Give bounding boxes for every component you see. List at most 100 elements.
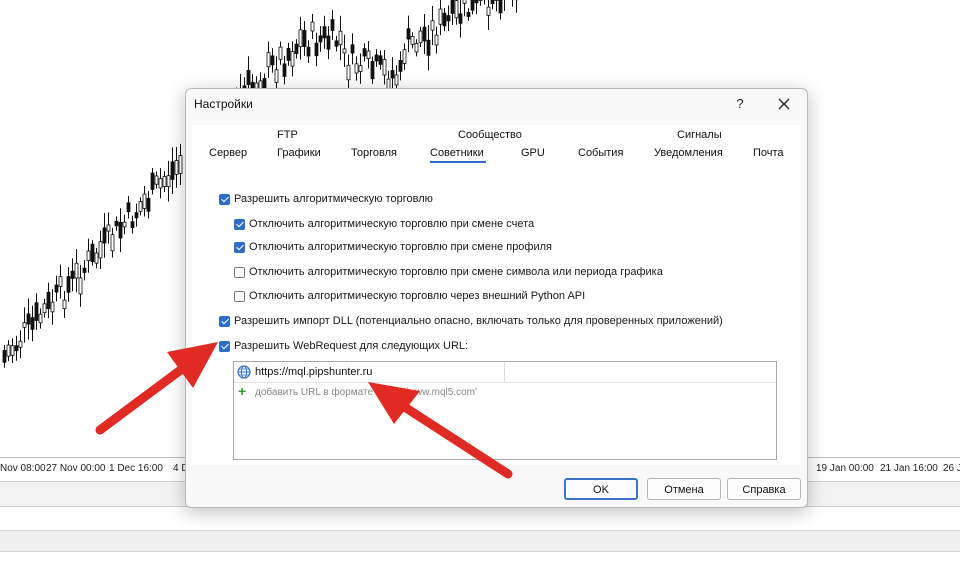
- ok-button[interactable]: OK: [564, 478, 638, 500]
- candlestick: [270, 48, 275, 73]
- plus-icon[interactable]: +: [238, 383, 246, 399]
- candlestick: [138, 197, 143, 216]
- tab-gpu[interactable]: GPU: [521, 147, 545, 159]
- option-label: Разрешить WebRequest для следующих URL:: [234, 340, 469, 352]
- date-label: 26 J: [943, 463, 960, 474]
- candlestick: [470, 0, 475, 15]
- option-disable-on-account-change[interactable]: Отключить алгоритмическую торговлю при с…: [234, 216, 534, 232]
- option-label: Разрешить алгоритмическую торговлю: [234, 193, 433, 205]
- candlestick: [74, 248, 79, 293]
- candlestick: [290, 41, 295, 77]
- candlestick: [334, 35, 339, 52]
- candlestick: [434, 26, 439, 54]
- candlestick: [154, 171, 159, 189]
- candlestick: [514, 0, 519, 13]
- candlestick: [146, 191, 151, 219]
- horizontal-scrollbar[interactable]: [0, 530, 960, 552]
- option-label: Отключить алгоритмическую торговлю через…: [249, 290, 586, 302]
- candlestick: [366, 41, 371, 69]
- candlestick: [402, 43, 407, 70]
- tab-ftp[interactable]: FTP: [277, 129, 298, 141]
- option-allow-algo-trading[interactable]: Разрешить алгоритмическую торговлю: [219, 191, 433, 207]
- dialog-titlebar[interactable]: Настройки ?: [186, 89, 807, 119]
- checkbox[interactable]: [219, 193, 230, 205]
- candlestick: [98, 230, 103, 269]
- tab-server[interactable]: Сервер: [209, 147, 247, 159]
- candlestick: [162, 171, 167, 192]
- tab-notifications[interactable]: Уведомления: [654, 147, 723, 159]
- option-allow-webrequest[interactable]: Разрешить WebRequest для следующих URL:: [219, 338, 468, 354]
- candlestick: [310, 13, 315, 40]
- candlestick: [34, 293, 39, 330]
- option-label: Разрешить импорт DLL (потенциально опасн…: [234, 315, 723, 327]
- help-button[interactable]: ?: [726, 93, 754, 115]
- candlestick: [422, 13, 427, 55]
- candlestick: [110, 227, 115, 258]
- settings-panel: FTP Сообщество Сигналы Сервер Графики То…: [192, 125, 800, 465]
- url-list-item[interactable]: https://mql.pipshunter.ru: [234, 362, 776, 383]
- checkbox[interactable]: [234, 266, 245, 278]
- candlestick: [306, 40, 311, 64]
- date-label: 1 Dec 16:00: [109, 463, 163, 474]
- candlestick: [390, 57, 395, 92]
- cancel-button[interactable]: Отмена: [647, 478, 721, 500]
- webrequest-url-list[interactable]: https://mql.pipshunter.ru + добавить URL…: [233, 361, 777, 460]
- candlestick: [326, 26, 331, 60]
- tab-trade[interactable]: Торговля: [351, 147, 397, 159]
- candlestick: [42, 298, 47, 318]
- candlestick: [426, 25, 431, 71]
- tab-signals[interactable]: Сигналы: [677, 129, 722, 141]
- candlestick: [178, 143, 183, 186]
- checkbox[interactable]: [234, 241, 245, 253]
- add-url-hint[interactable]: добавить URL в формате 'https://www.mql5…: [255, 387, 477, 398]
- candlestick: [294, 39, 299, 59]
- candlestick: [46, 282, 51, 319]
- candlestick: [18, 330, 23, 359]
- candlestick: [30, 305, 35, 342]
- candlestick: [450, 0, 455, 25]
- help-dialog-button[interactable]: Справка: [727, 478, 801, 500]
- candlestick: [484, 0, 485, 5]
- checkbox[interactable]: [219, 340, 230, 352]
- tab-community[interactable]: Сообщество: [458, 129, 522, 141]
- candlestick: [106, 212, 111, 244]
- option-disable-via-python-api[interactable]: Отключить алгоритмическую торговлю через…: [234, 288, 585, 304]
- candlestick: [374, 49, 379, 67]
- candlestick: [486, 0, 491, 30]
- candlestick: [6, 340, 11, 362]
- candlestick: [474, 0, 479, 15]
- checkbox[interactable]: [234, 218, 245, 230]
- tab-events[interactable]: События: [578, 147, 623, 159]
- tab-charts[interactable]: Графики: [277, 147, 321, 159]
- candlestick: [22, 307, 27, 343]
- candlestick: [26, 298, 31, 340]
- candlestick: [330, 10, 335, 40]
- tab-experts[interactable]: Советники: [430, 147, 484, 159]
- candlestick: [406, 15, 411, 53]
- candlestick: [50, 289, 55, 325]
- candlestick: [82, 260, 87, 281]
- candlestick: [414, 39, 419, 57]
- checkbox[interactable]: [219, 315, 230, 327]
- candlestick: [118, 208, 123, 253]
- candlestick: [478, 0, 483, 6]
- tab-email[interactable]: Почта: [753, 147, 784, 159]
- checkbox[interactable]: [234, 290, 245, 302]
- option-disable-on-symbol-change[interactable]: Отключить алгоритмическую торговлю при с…: [234, 264, 663, 280]
- candlestick: [370, 56, 375, 84]
- close-button[interactable]: [772, 93, 796, 115]
- candlestick: [442, 8, 447, 32]
- settings-dialog: Настройки ? FTP Сообщество Сигналы Серве…: [185, 88, 808, 508]
- candlestick: [54, 275, 59, 302]
- candlestick: [454, 0, 459, 25]
- candlestick: [362, 43, 367, 62]
- url-value: https://mql.pipshunter.ru: [255, 366, 373, 378]
- candlestick: [90, 240, 95, 266]
- candlestick: [382, 50, 387, 85]
- dialog-title: Настройки: [194, 97, 253, 111]
- option-disable-on-profile-change[interactable]: Отключить алгоритмическую торговлю при с…: [234, 239, 552, 255]
- candlestick: [338, 15, 343, 61]
- candlestick: [166, 160, 171, 202]
- candlestick: [430, 5, 435, 46]
- option-allow-dll-import[interactable]: Разрешить импорт DLL (потенциально опасн…: [219, 313, 723, 329]
